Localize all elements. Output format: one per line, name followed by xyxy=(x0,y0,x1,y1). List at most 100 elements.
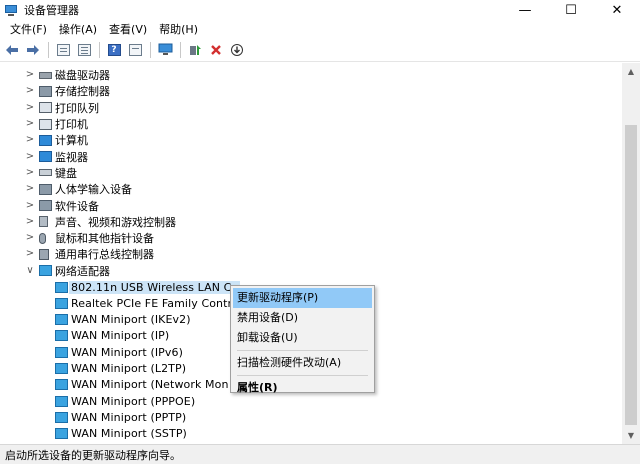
menu-view[interactable]: 查看(V) xyxy=(103,21,153,37)
network-adapter-icon xyxy=(39,265,52,277)
scrollbar-thumb[interactable] xyxy=(625,125,637,425)
network-adapter-icon xyxy=(55,428,68,440)
network-adapter-icon xyxy=(55,411,68,423)
tree-category-audio[interactable]: > 声音、视频和游戏控制器 xyxy=(0,214,622,230)
chevron-right-icon[interactable]: > xyxy=(25,119,35,129)
hid-icon xyxy=(39,183,52,195)
tree-category-label: 鼠标和其他指针设备 xyxy=(55,232,154,246)
network-adapter-icon xyxy=(55,395,68,407)
chevron-right-icon[interactable]: > xyxy=(25,70,35,80)
tree-category-label: 磁盘驱动器 xyxy=(55,69,110,83)
tree-category-label: 软件设备 xyxy=(55,199,99,213)
context-menu-update-driver[interactable]: 更新驱动程序(P) xyxy=(233,288,372,308)
audio-icon xyxy=(39,216,48,228)
toolbar-separator xyxy=(150,41,151,58)
tree-category-keyboards[interactable]: > 键盘 xyxy=(0,165,622,181)
minimize-button[interactable]: — xyxy=(502,0,548,20)
tree-category-print-queues[interactable]: > 打印队列 xyxy=(0,100,622,116)
tree-category-label: 打印机 xyxy=(55,118,88,132)
tree-category-mice[interactable]: > 鼠标和其他指针设备 xyxy=(0,230,622,246)
console-view-icon[interactable] xyxy=(125,40,145,60)
chevron-right-icon[interactable]: > xyxy=(25,216,35,227)
network-adapter-icon xyxy=(55,346,68,358)
close-button[interactable]: ✕ xyxy=(594,0,640,20)
forward-arrow-icon[interactable] xyxy=(23,40,43,60)
network-adapter-icon xyxy=(55,362,68,374)
tree-device-label: WAN Miniport (L2TP) xyxy=(71,361,187,375)
tree-category-label: 键盘 xyxy=(55,166,77,180)
tree-device-label: WAN Miniport (PPPOE) xyxy=(71,394,196,408)
context-menu-separator xyxy=(237,375,368,376)
scroll-up-arrow-icon[interactable]: ▲ xyxy=(622,63,640,80)
menu-bar: 文件(F) 操作(A) 查看(V) 帮助(H) xyxy=(0,20,640,38)
tree-device-label: Realtek PCIe FE Family Contro xyxy=(71,296,239,310)
scroll-down-arrow-icon[interactable]: ▼ xyxy=(622,427,640,444)
toolbar-separator xyxy=(48,41,49,58)
keyboard-icon xyxy=(39,169,52,177)
tree-device-label: WAN Miniport (IPv6) xyxy=(71,345,184,359)
tree-category-software-devices[interactable]: > 软件设备 xyxy=(0,197,622,213)
tree-category-usb[interactable]: > 通用串行总线控制器 xyxy=(0,246,622,262)
menu-action[interactable]: 操作(A) xyxy=(53,21,103,37)
network-adapter-icon xyxy=(55,314,68,326)
chevron-down-icon[interactable]: ∨ xyxy=(25,265,35,276)
tree-category-network-adapters[interactable]: ∨ 网络适配器 xyxy=(0,263,622,279)
tree-category-label: 打印队列 xyxy=(55,101,99,115)
tree-device-wan-pptp[interactable]: WAN Miniport (PPTP) xyxy=(0,409,622,425)
tree-category-label: 网络适配器 xyxy=(55,264,110,278)
storage-controller-icon xyxy=(39,85,52,97)
tree-category-label: 通用串行总线控制器 xyxy=(55,248,154,262)
vertical-scrollbar[interactable]: ▲ ▼ xyxy=(622,63,640,444)
monitor-icon xyxy=(39,151,52,163)
tree-category-label: 计算机 xyxy=(55,134,88,148)
chevron-right-icon[interactable]: > xyxy=(25,184,35,194)
chevron-right-icon[interactable]: > xyxy=(25,151,35,162)
device-manager-app-icon xyxy=(4,3,18,17)
context-menu-uninstall-device[interactable]: 卸载设备(U) xyxy=(231,328,374,348)
status-text: 启动所选设备的更新驱动程序向导。 xyxy=(5,448,181,462)
tree-category-hid[interactable]: > 人体学输入设备 xyxy=(0,181,622,197)
network-adapter-icon xyxy=(55,379,68,391)
window-title: 设备管理器 xyxy=(24,4,79,17)
device-view-icon[interactable] xyxy=(74,40,94,60)
toolbar-separator xyxy=(180,41,181,58)
update-driver-icon[interactable] xyxy=(185,40,205,60)
tree-category-label: 人体学输入设备 xyxy=(55,183,132,197)
maximize-button[interactable]: ☐ xyxy=(548,0,594,20)
context-menu-properties[interactable]: 属性(R) xyxy=(231,378,374,398)
toolbar: ? xyxy=(0,38,640,62)
tree-device-label: 802.11n USB Wireless LAN Ca xyxy=(69,280,241,294)
tree-category-label: 监视器 xyxy=(55,150,88,164)
print-queue-icon xyxy=(39,102,52,114)
tree-category-disk-drives[interactable]: > 磁盘驱动器 xyxy=(0,67,622,83)
remove-device-icon[interactable] xyxy=(206,40,226,60)
chevron-right-icon[interactable]: > xyxy=(25,135,35,145)
tree-category-printers[interactable]: > 打印机 xyxy=(0,116,622,132)
chevron-right-icon[interactable]: > xyxy=(25,233,35,243)
tree-category-label: 存储控制器 xyxy=(55,85,110,99)
chevron-right-icon[interactable]: > xyxy=(25,102,35,113)
tree-category-computer[interactable]: > 计算机 xyxy=(0,132,622,148)
context-menu-disable-device[interactable]: 禁用设备(D) xyxy=(231,308,374,328)
tree-category-monitors[interactable]: > 监视器 xyxy=(0,148,622,164)
tree-device-wan-sstp[interactable]: WAN Miniport (SSTP) xyxy=(0,426,622,442)
properties-sheet-icon[interactable] xyxy=(53,40,73,60)
chevron-right-icon[interactable]: > xyxy=(25,200,35,211)
toolbar-separator xyxy=(99,41,100,58)
context-menu-scan-hardware[interactable]: 扫描检测硬件改动(A) xyxy=(231,353,374,373)
tree-category-storage-controllers[interactable]: > 存储控制器 xyxy=(0,83,622,99)
chevron-right-icon[interactable]: > xyxy=(25,249,35,259)
menu-file[interactable]: 文件(F) xyxy=(4,21,53,37)
status-bar: 启动所选设备的更新驱动程序向导。 xyxy=(0,444,640,464)
download-arrow-icon[interactable] xyxy=(227,40,247,60)
chevron-right-icon[interactable]: > xyxy=(25,86,35,96)
help-icon[interactable]: ? xyxy=(104,40,124,60)
back-arrow-icon[interactable] xyxy=(2,40,22,60)
chevron-right-icon[interactable]: > xyxy=(25,167,35,178)
network-adapter-icon xyxy=(55,330,68,342)
context-menu-separator xyxy=(237,350,368,351)
monitor-scan-icon[interactable] xyxy=(155,40,175,60)
usb-icon xyxy=(39,248,49,260)
network-adapter-icon xyxy=(55,297,68,309)
menu-help[interactable]: 帮助(H) xyxy=(153,21,204,37)
